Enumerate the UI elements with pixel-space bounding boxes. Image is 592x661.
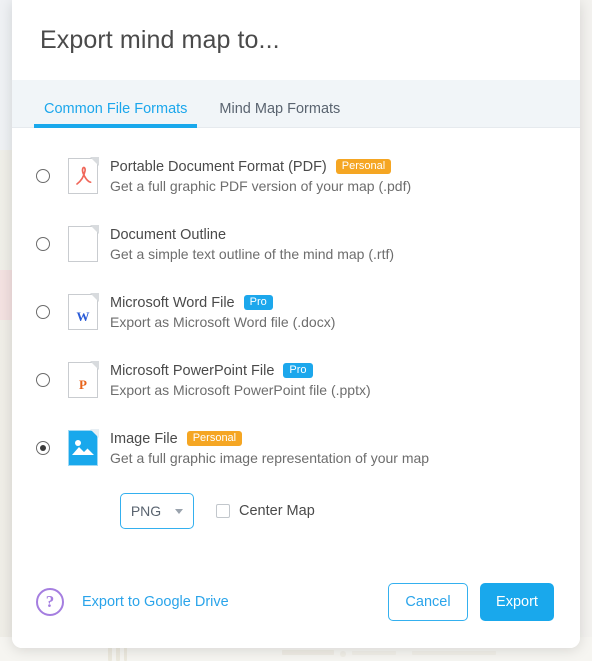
- option-row-image[interactable]: Image File Personal Get a full graphic i…: [12, 414, 580, 482]
- image-glyph: [72, 440, 94, 455]
- tab-mind-map-formats[interactable]: Mind Map Formats: [215, 100, 344, 128]
- export-dialog: Export mind map to... Common File Format…: [12, 0, 580, 648]
- center-map-label: Center Map: [239, 503, 315, 519]
- export-to-google-drive-link[interactable]: Export to Google Drive: [82, 594, 229, 610]
- pdf-file-icon: [68, 157, 99, 194]
- export-button[interactable]: Export: [480, 583, 554, 621]
- dialog-title: Export mind map to...: [40, 25, 280, 54]
- image-format-select[interactable]: PNG: [120, 493, 194, 529]
- powerpoint-file-icon: P: [68, 361, 99, 398]
- chevron-down-icon: [175, 508, 184, 514]
- option-title: Document Outline: [110, 226, 227, 243]
- option-row-pdf[interactable]: Portable Document Format (PDF) Personal …: [12, 142, 580, 210]
- badge-pro: Pro: [283, 362, 313, 379]
- center-map-checkbox-wrap[interactable]: Center Map: [216, 503, 315, 519]
- tab-label: Common File Formats: [44, 100, 188, 117]
- option-title: Portable Document Format (PDF): [110, 158, 327, 175]
- image-file-icon: [68, 429, 99, 466]
- option-text-pdf: Portable Document Format (PDF) Personal …: [110, 159, 411, 194]
- badge-personal: Personal: [335, 158, 392, 175]
- option-row-document-outline[interactable]: Document Outline Get a simple text outli…: [12, 210, 580, 278]
- radio-powerpoint[interactable]: [36, 373, 50, 387]
- cancel-button[interactable]: Cancel: [388, 583, 468, 621]
- tab-bar: Common File Formats Mind Map Formats: [12, 80, 580, 128]
- option-description: Export as Microsoft PowerPoint file (.pp…: [110, 381, 371, 398]
- badge-pro: Pro: [243, 294, 273, 311]
- image-format-value: PNG: [130, 503, 162, 519]
- badge-personal: Personal: [186, 430, 243, 447]
- option-text-powerpoint: Microsoft PowerPoint File Pro Export as …: [110, 363, 371, 398]
- tab-label: Mind Map Formats: [219, 100, 341, 117]
- option-text-image: Image File Personal Get a full graphic i…: [110, 431, 429, 466]
- option-title: Microsoft PowerPoint File: [110, 362, 275, 379]
- option-description: Get a simple text outline of the mind ma…: [110, 245, 395, 262]
- blank-document-icon: [68, 225, 99, 262]
- radio-word[interactable]: [36, 305, 50, 319]
- help-glyph: ?: [45, 592, 55, 611]
- option-title: Image File: [110, 430, 178, 447]
- option-row-word[interactable]: W Microsoft Word File Pro Export as Micr…: [12, 278, 580, 346]
- dialog-footer: ? Export to Google Drive Cancel Export: [12, 556, 580, 648]
- word-file-icon: W: [68, 293, 99, 330]
- question-mark-icon[interactable]: ?: [36, 588, 64, 616]
- radio-document-outline[interactable]: [36, 237, 50, 251]
- option-description: Export as Microsoft Word file (.docx): [110, 313, 336, 330]
- option-description: Get a full graphic image representation …: [110, 449, 430, 466]
- option-text-word: Microsoft Word File Pro Export as Micros…: [110, 295, 335, 330]
- dialog-header: Export mind map to...: [12, 0, 580, 80]
- option-title: Microsoft Word File: [110, 294, 235, 311]
- tab-common-file-formats[interactable]: Common File Formats: [33, 100, 198, 128]
- radio-pdf[interactable]: [36, 169, 50, 183]
- option-text-document-outline: Document Outline Get a simple text outli…: [110, 227, 394, 262]
- pdf-glyph: [76, 166, 92, 185]
- center-map-checkbox[interactable]: [216, 504, 230, 518]
- image-settings-row: PNG Center Map: [12, 482, 580, 540]
- export-format-list: Portable Document Format (PDF) Personal …: [12, 128, 580, 540]
- radio-image[interactable]: [36, 441, 50, 455]
- option-row-powerpoint[interactable]: P Microsoft PowerPoint File Pro Export a…: [12, 346, 580, 414]
- option-description: Get a full graphic PDF version of your m…: [110, 177, 412, 194]
